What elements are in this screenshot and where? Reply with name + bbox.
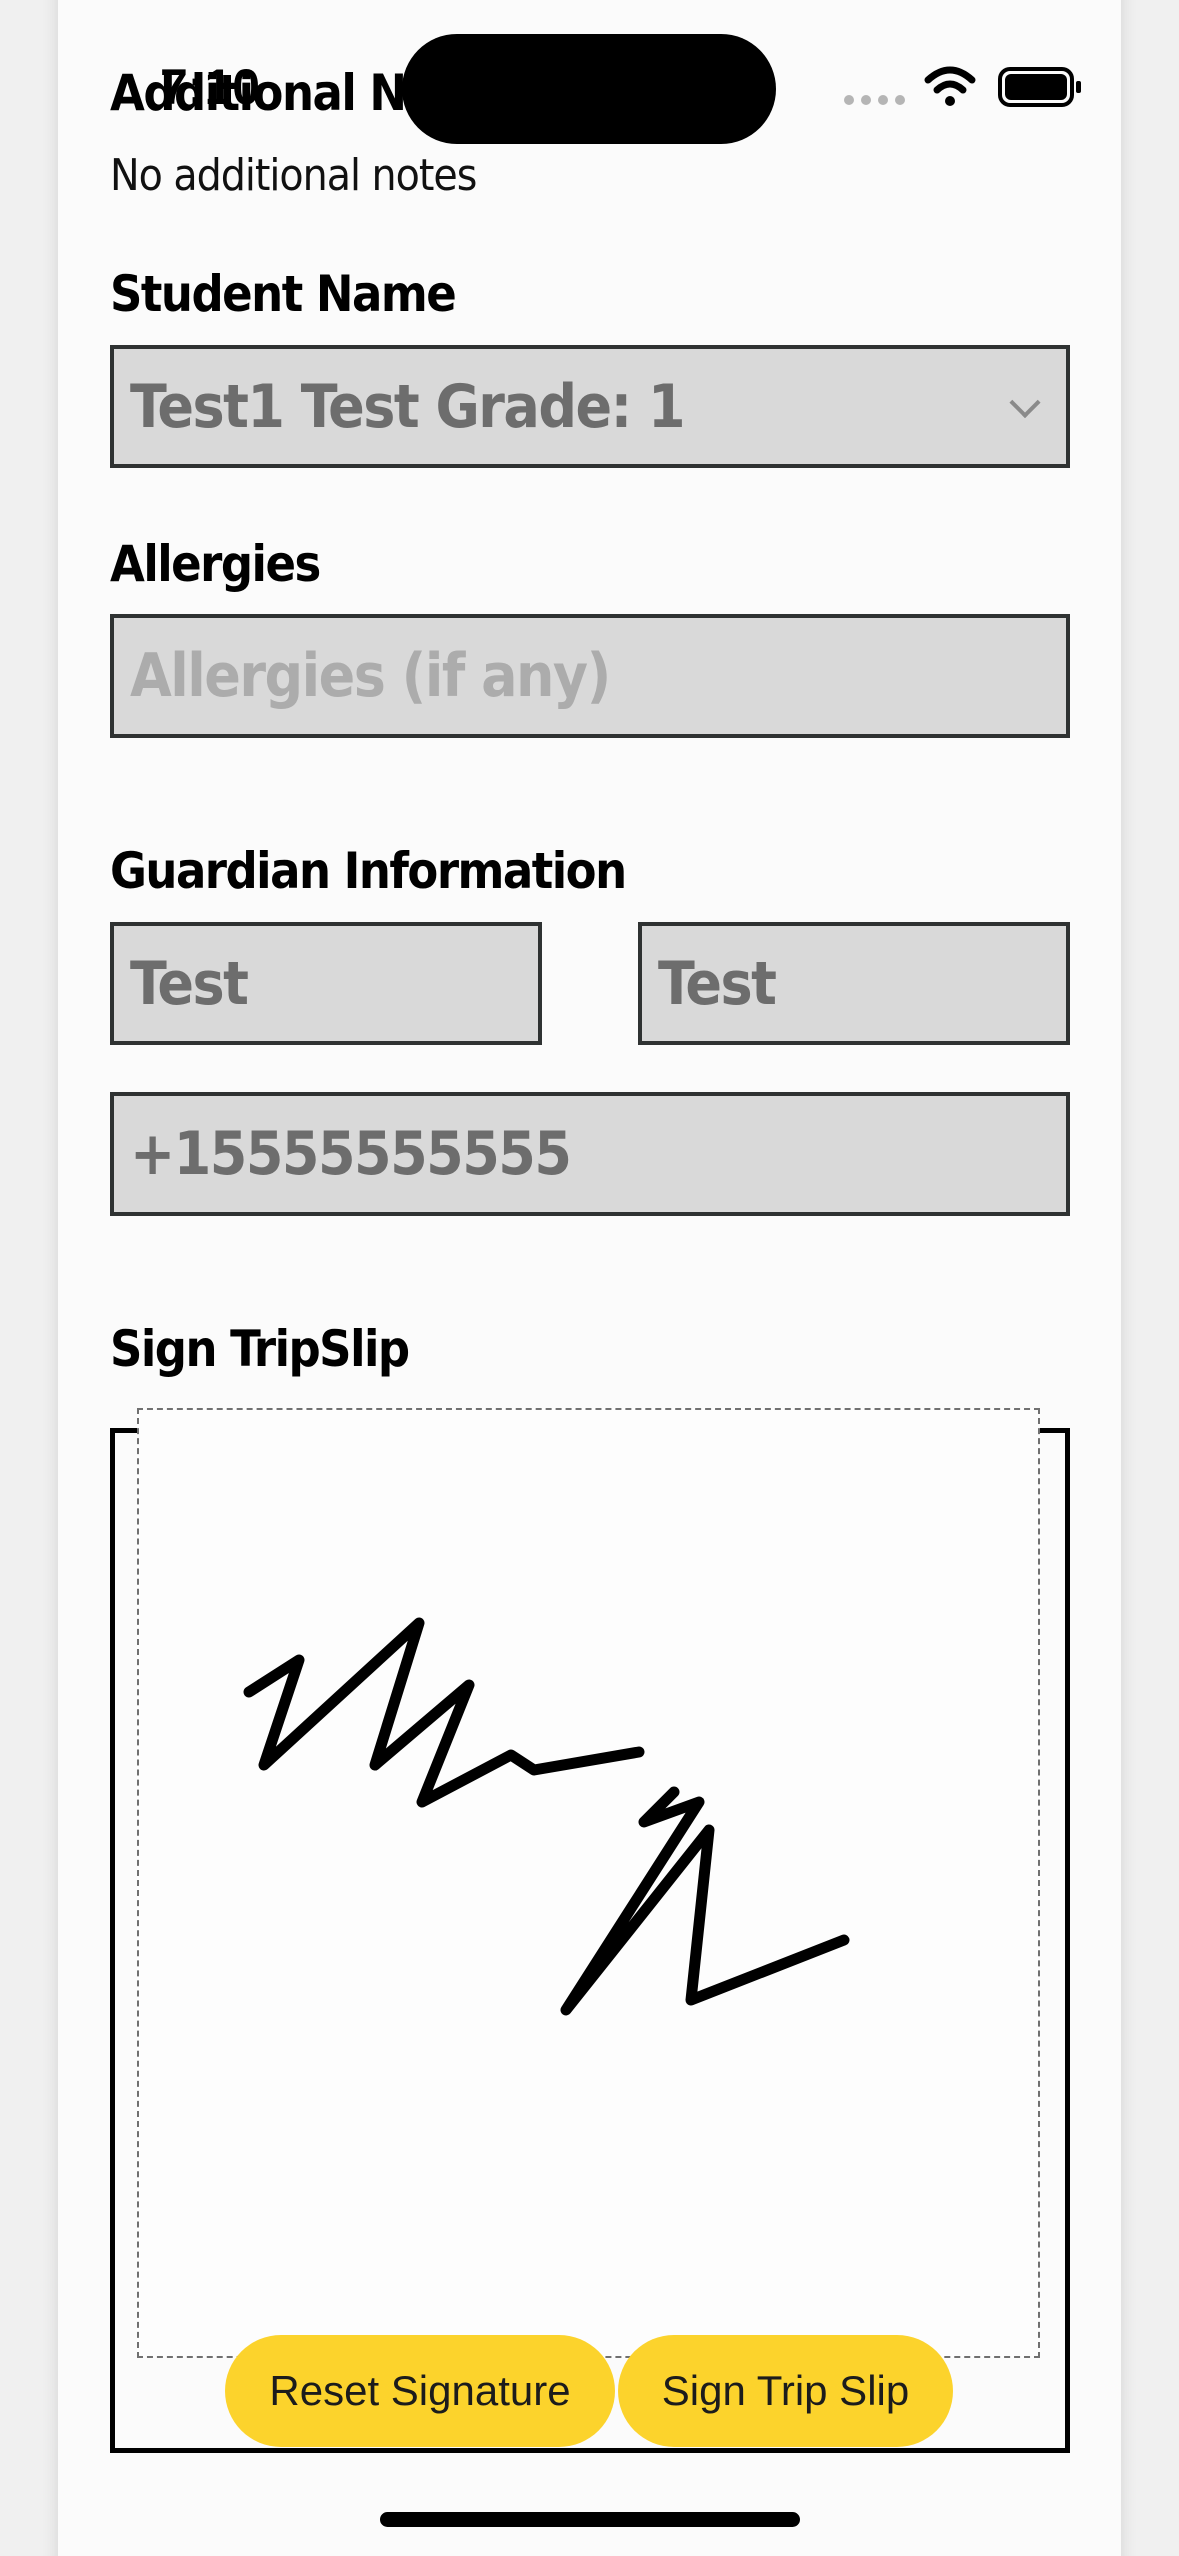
guardian-last-name-value: Test [658, 948, 777, 1019]
guardian-phone-value: +15555555555 [130, 1119, 572, 1189]
allergies-placeholder: Allergies (if any) [130, 641, 611, 711]
student-name-label: Student Name [110, 265, 457, 323]
home-indicator [380, 2512, 800, 2527]
allergies-input[interactable]: Allergies (if any) [110, 614, 1070, 738]
allergies-label: Allergies [110, 535, 321, 593]
battery-icon [998, 67, 1081, 107]
signature-pad[interactable] [137, 1408, 1040, 2358]
dynamic-island [402, 34, 776, 144]
additional-notes-value: No additional notes [110, 150, 477, 201]
guardian-first-name-value: Test [130, 948, 249, 1019]
sign-tripslip-label: Sign TripSlip [110, 1320, 410, 1378]
signature-stroke [243, 1617, 850, 2016]
guardian-first-name-input[interactable]: Test [110, 922, 542, 1045]
student-select-value: Test1 Test Grade: 1 [130, 371, 686, 442]
student-select[interactable]: Test1 Test Grade: 1 [110, 345, 1070, 468]
wifi-icon [924, 66, 976, 106]
chevron-down-icon [1009, 386, 1041, 418]
guardian-information-label: Guardian Information [110, 842, 627, 900]
signal-dots-icon [844, 95, 905, 105]
reset-signature-button[interactable]: Reset Signature [225, 2335, 615, 2447]
guardian-phone-input[interactable]: +15555555555 [110, 1092, 1070, 1216]
sign-trip-slip-button[interactable]: Sign Trip Slip [618, 2335, 953, 2447]
guardian-last-name-input[interactable]: Test [638, 922, 1070, 1045]
status-time: 7:10 [160, 59, 261, 115]
